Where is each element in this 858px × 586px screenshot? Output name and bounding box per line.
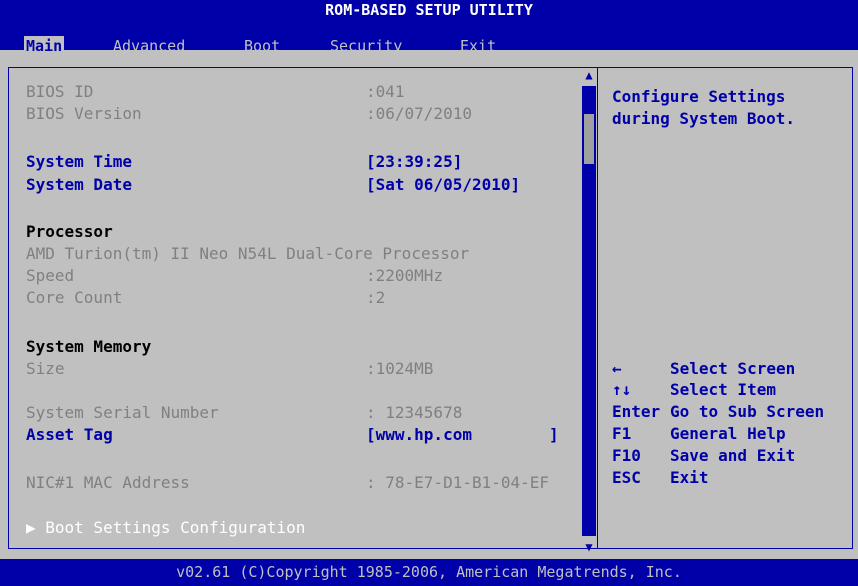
speed-label: Speed (26, 266, 75, 285)
asset-tag-value[interactable]: [www.hp.com ] (366, 424, 559, 446)
up-down-arrow-key: ↑↓ (612, 380, 632, 399)
memory-heading: System Memory (26, 337, 152, 356)
key-hint-f10: F10 Save and Exit (612, 445, 795, 467)
tab-security[interactable]: Security (328, 36, 404, 56)
system-date-label[interactable]: System Date (26, 174, 132, 196)
help-description: Configure Settings during System Boot. (612, 87, 796, 128)
bios-version-value: :06/07/2010 (366, 104, 472, 123)
bios-id-label: BIOS ID (26, 82, 94, 101)
memory-size-value: :1024MB (366, 359, 434, 378)
scrollbar[interactable]: ▲ ▼ (582, 68, 596, 554)
processor-heading: Processor (26, 222, 113, 241)
system-time-label[interactable]: System Time (26, 151, 132, 173)
key-action: General Help (670, 424, 786, 443)
core-count-value: :2 (366, 288, 386, 307)
key-action: Select Item (670, 380, 776, 399)
tab-exit[interactable]: Exit (458, 36, 498, 56)
key-hint-select-screen: ← Select Screen (612, 358, 795, 380)
main-panel: BIOS ID :041 BIOS Version :06/07/2010 Sy… (8, 67, 598, 554)
key-action: Select Screen (670, 359, 796, 378)
help-panel: Configure Settings during System Boot. ←… (597, 67, 853, 549)
scroll-thumb[interactable] (584, 114, 594, 164)
key-action: Go to Sub Screen (670, 402, 825, 421)
menu-bar: Main Advanced Boot Security Exit (0, 20, 858, 56)
processor-name: AMD Turion(tm) II Neo N54L Dual-Core Pro… (26, 244, 470, 263)
core-count-label: Core Count (26, 288, 123, 307)
tab-main[interactable]: Main (24, 36, 65, 56)
copyright-footer: v02.61 (C)Copyright 1985-2006, American … (0, 559, 858, 586)
asset-tag-label[interactable]: Asset Tag (26, 424, 113, 446)
serial-number-value: : 12345678 (366, 403, 463, 422)
bios-version-label: BIOS Version (26, 104, 142, 123)
speed-value: :2200MHz (366, 266, 444, 285)
key-hint-esc: ESC Exit (612, 467, 709, 489)
bios-id-value: :041 (366, 82, 405, 101)
key-hint-f1: F1 General Help (612, 423, 786, 445)
tab-boot[interactable]: Boot (242, 36, 282, 56)
key-hint-enter: Enter Go to Sub Screen (612, 401, 824, 423)
f10-key: F10 (612, 446, 641, 465)
serial-number-label: System Serial Number (26, 403, 219, 422)
system-date-value[interactable]: [Sat 06/05/2010] (366, 174, 520, 196)
tab-advanced[interactable]: Advanced (111, 36, 187, 56)
window-title: ROM-BASED SETUP UTILITY (0, 0, 858, 20)
scroll-down-icon[interactable]: ▼ (582, 540, 596, 554)
key-action: Save and Exit (670, 446, 796, 465)
nic-mac-label: NIC#1 MAC Address (26, 473, 190, 492)
key-hint-select-item: ↑↓ Select Item (612, 379, 776, 401)
system-time-value[interactable]: [23:39:25] (366, 151, 462, 173)
boot-settings-configuration[interactable]: ▶ Boot Settings Configuration (26, 517, 305, 539)
esc-key: ESC (612, 468, 641, 487)
memory-size-label: Size (26, 359, 65, 378)
enter-key: Enter (612, 402, 661, 421)
f1-key: F1 (612, 424, 632, 443)
scroll-up-icon[interactable]: ▲ (582, 68, 596, 82)
left-arrow-key: ← (612, 359, 622, 378)
nic-mac-value: : 78-E7-D1-B1-04-EF (366, 473, 550, 492)
key-action: Exit (670, 468, 709, 487)
